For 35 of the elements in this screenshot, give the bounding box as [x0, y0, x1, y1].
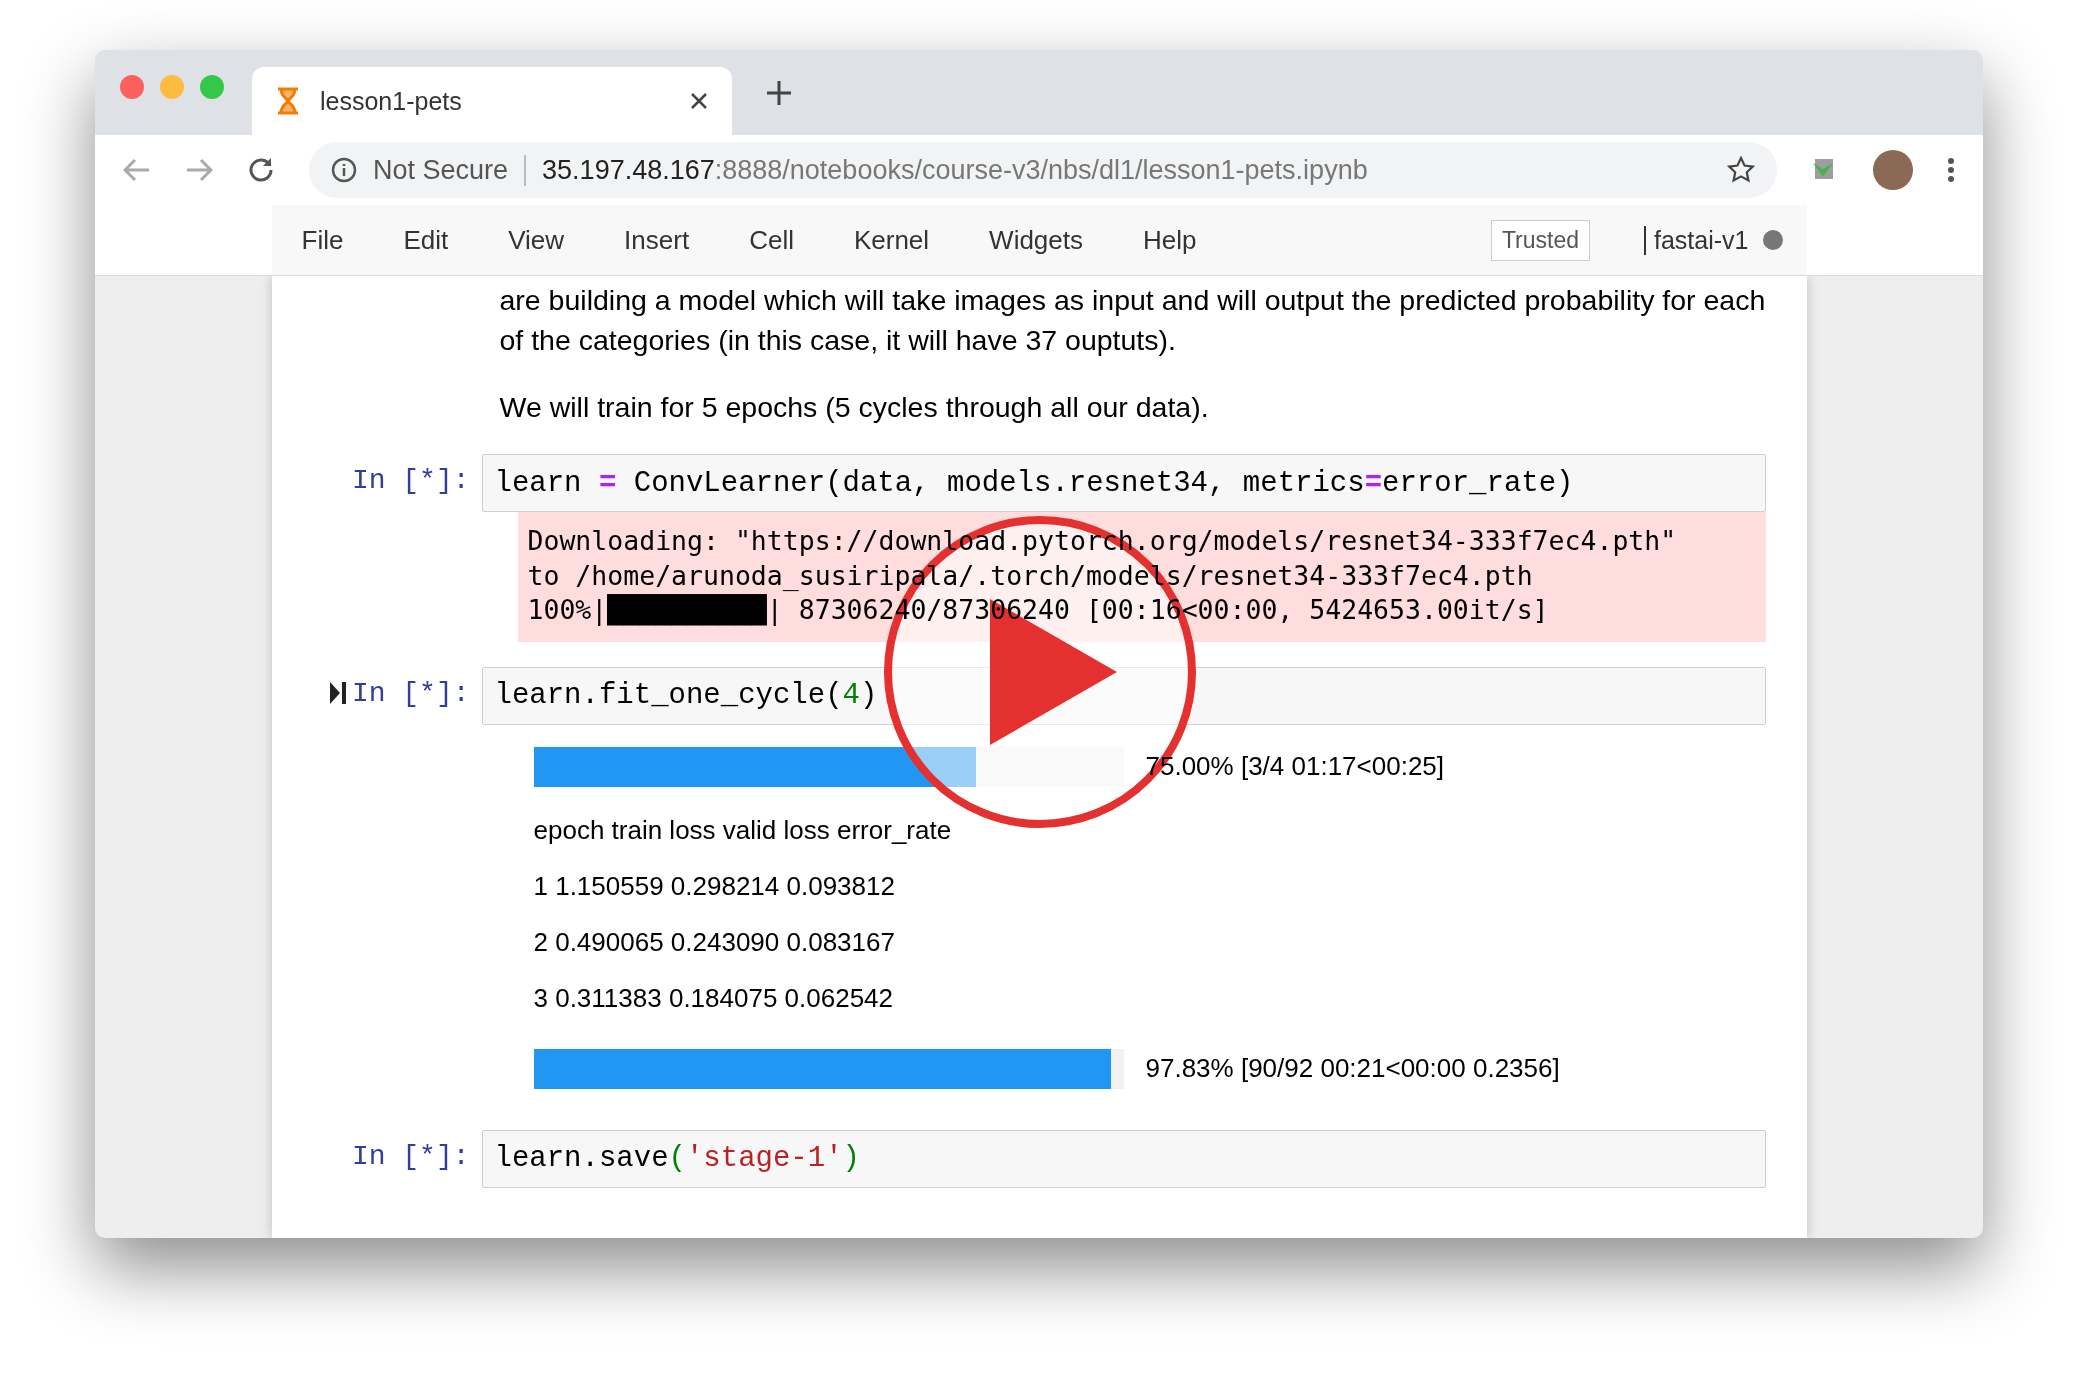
progress-text: 97.83% [90/92 00:21<00:00 0.2356]: [1145, 1053, 1560, 1084]
menu-item[interactable]: View: [478, 224, 595, 256]
paragraph: We will train for 5 epochs (5 cycles through all our data).: [499, 390, 1210, 425]
input-prompt: In [*]:: [351, 677, 470, 709]
code-input[interactable]: learn.save('stage-1'): [481, 1129, 1766, 1188]
code-input[interactable]: learn.fit_one_cycle(4): [481, 666, 1766, 725]
menu-item[interactable]: File: [271, 224, 374, 256]
output-text: epoch train loss valid loss error_rate: [532, 814, 953, 847]
menu-item[interactable]: Edit: [373, 224, 479, 256]
info-icon: [331, 157, 357, 183]
new-tab-icon[interactable]: [766, 79, 792, 106]
input-prompt: In [*]:: [351, 465, 470, 496]
star-icon[interactable]: [1727, 156, 1755, 184]
output-text: 1 1.150559 0.298214 0.093812: [532, 870, 896, 903]
browser-tab[interactable]: lesson1-pets: [252, 67, 732, 135]
output-text: 2 0.490065 0.243090 0.083167: [532, 926, 896, 959]
reload-icon[interactable]: [247, 156, 275, 184]
menu-item[interactable]: Kernel: [823, 224, 960, 256]
code-input[interactable]: learn = ConvLearner(data, models.resnet34, metrics=error_rate): [481, 454, 1766, 512]
menu-item[interactable]: Cell: [719, 224, 824, 256]
url-text: 35.197.48.167:8888/notebooks/course-v3/nbs/dl1/lesson1-pets.ipynb: [542, 154, 1369, 186]
close-icon[interactable]: [690, 92, 708, 110]
input-prompt: In [*]:: [351, 1140, 470, 1172]
paragraph: are building a model which will take images as input and will output the predicted probability for each of the categories (in this case, it will have 37 ouptuts).: [499, 283, 1766, 358]
trusted-badge[interactable]: Trusted: [1490, 219, 1590, 261]
menu-item[interactable]: Help: [1113, 224, 1227, 256]
output-text: 3 0.311383 0.184075 0.062542: [532, 982, 895, 1015]
avatar[interactable]: [1873, 150, 1913, 190]
hourglass-icon: [276, 87, 300, 115]
more-icon[interactable]: [1947, 157, 1955, 183]
address-bar[interactable]: Not Secure 35.197.48.167:8888/notebooks/course-v3/nbs/dl1/lesson1-pets.ipynb: [309, 142, 1777, 198]
menu-item[interactable]: Insert: [594, 224, 720, 256]
menu-item[interactable]: Widgets: [959, 224, 1113, 256]
security-label: Not Secure: [373, 154, 527, 186]
kernel-name: fastai-v1: [1644, 225, 1749, 255]
